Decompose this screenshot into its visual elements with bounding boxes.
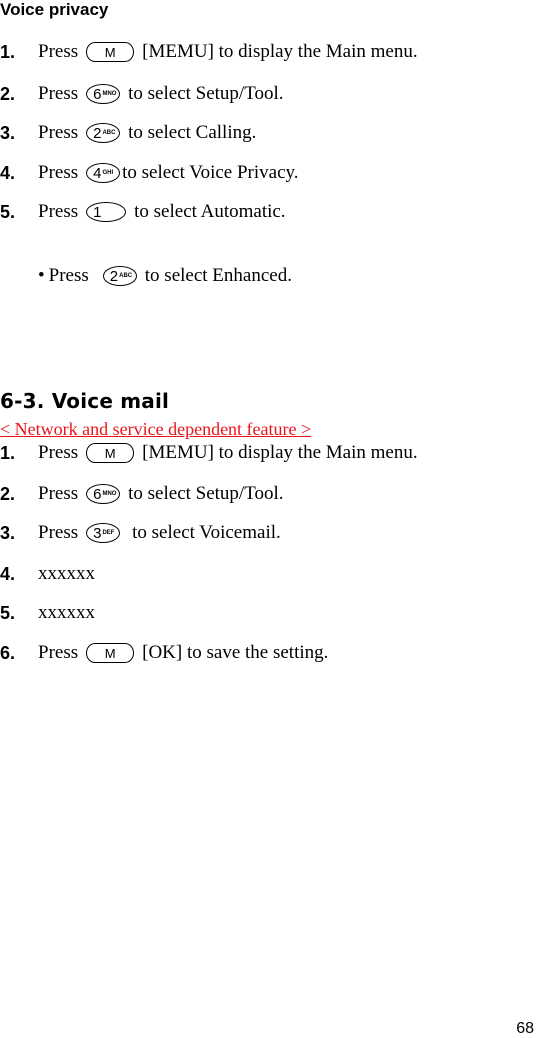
step-text: [MEMU] to display the Main menu. bbox=[142, 41, 418, 62]
step-number: 5. bbox=[0, 201, 16, 222]
menu-key-icon: M bbox=[86, 42, 135, 62]
voice-mail-heading: 6-3. Voice mail bbox=[0, 389, 170, 413]
step-text: to select Enhanced. bbox=[144, 265, 292, 286]
vm-step-4: 4. xxxxxx bbox=[0, 562, 95, 586]
vm-step-3: 3. Press 3 DEF to select Voicemail. bbox=[0, 521, 281, 545]
vm-step-6: 6. Press M [OK] to save the setting. bbox=[0, 641, 328, 665]
menu-key-icon: M bbox=[86, 643, 135, 663]
menu-key-icon: M bbox=[86, 443, 135, 463]
step-number: 1. bbox=[0, 41, 16, 62]
step-number: 5. bbox=[0, 602, 16, 623]
bullet-mark: • bbox=[38, 265, 45, 286]
step-text: Press bbox=[38, 522, 79, 543]
step-text: to select Voice Privacy. bbox=[122, 162, 299, 183]
step-number: 3. bbox=[0, 522, 16, 543]
step-number: 2. bbox=[0, 83, 16, 104]
key-1-icon: 1 bbox=[86, 202, 127, 222]
key-3-icon: 3 DEF bbox=[86, 523, 121, 543]
voice-privacy-heading: Voice privacy bbox=[0, 0, 109, 19]
key-6-icon: 6 MNO bbox=[86, 84, 121, 104]
vp-step-5: 5. Press 1 to select Automatic. bbox=[0, 200, 286, 224]
step-text: to select Calling. bbox=[128, 122, 257, 143]
step-text: Press bbox=[38, 642, 79, 663]
step-number: 1. bbox=[0, 442, 16, 463]
step-text: xxxxxx bbox=[38, 563, 95, 584]
step-text: Press bbox=[38, 483, 79, 504]
vp-bullet-enhanced: • Press 2 ABC to select Enhanced. bbox=[38, 264, 292, 288]
key-4-icon: 4 GHI bbox=[86, 163, 121, 183]
key-2-icon: 2 ABC bbox=[86, 123, 121, 143]
step-text: Press bbox=[48, 265, 89, 286]
step-text: [MEMU] to display the Main menu. bbox=[142, 442, 418, 463]
vp-step-2: 2. Press 6 MNO to select Setup/Tool. bbox=[0, 82, 284, 106]
step-text: Press bbox=[38, 83, 79, 104]
step-text: [OK] to save the setting. bbox=[142, 642, 329, 663]
vp-step-1: 1. Press M [MEMU] to display the Main me… bbox=[0, 40, 418, 64]
vm-step-2: 2. Press 6 MNO to select Setup/Tool. bbox=[0, 482, 284, 506]
step-number: 4. bbox=[0, 563, 16, 584]
network-dependent-note: < Network and service dependent feature … bbox=[0, 419, 312, 439]
vp-step-3: 3. Press 2 ABC to select Calling. bbox=[0, 121, 256, 145]
key-2-icon: 2 ABC bbox=[102, 266, 137, 286]
step-text: Press bbox=[38, 41, 79, 62]
vp-step-4: 4. Press 4 GHI to select Voice Privacy. bbox=[0, 161, 299, 185]
step-text: to select Setup/Tool. bbox=[128, 483, 284, 504]
step-text: Press bbox=[38, 201, 79, 222]
step-text: to select Setup/Tool. bbox=[128, 83, 284, 104]
step-text: Press bbox=[38, 122, 79, 143]
step-number: 2. bbox=[0, 483, 16, 504]
page-number: 68 bbox=[516, 1020, 534, 1037]
step-number: 3. bbox=[0, 122, 16, 143]
step-text: Press bbox=[38, 442, 79, 463]
step-number: 6. bbox=[0, 642, 16, 663]
step-text: to select Automatic. bbox=[134, 201, 286, 222]
vm-step-5: 5. xxxxxx bbox=[0, 601, 95, 625]
vm-step-1: 1. Press M [MEMU] to display the Main me… bbox=[0, 441, 418, 465]
step-number: 4. bbox=[0, 162, 16, 183]
step-text: to select Voicemail. bbox=[132, 522, 281, 543]
key-6-icon: 6 MNO bbox=[86, 484, 121, 504]
step-text: Press bbox=[38, 162, 79, 183]
step-text: xxxxxx bbox=[38, 602, 95, 623]
